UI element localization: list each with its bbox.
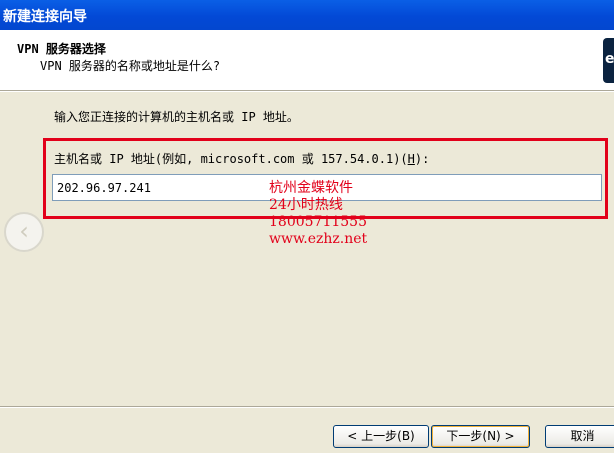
watermark-line-phone: 18005711555 bbox=[269, 214, 367, 230]
window-title: 新建连接向导 bbox=[3, 9, 87, 25]
next-button[interactable]: 下一步(N) > bbox=[431, 425, 530, 448]
watermark-line-hotline: 24小时热线 bbox=[269, 197, 343, 213]
header-title: VPN 服务器选择 bbox=[17, 42, 106, 56]
back-button[interactable]: < 上一步(B) bbox=[333, 425, 429, 448]
title-bar[interactable]: 新建连接向导 bbox=[0, 0, 614, 30]
chevron-left-icon[interactable]: ‹ bbox=[4, 212, 44, 252]
watermark-line-website: www.ezhz.net bbox=[269, 231, 368, 247]
footer-divider bbox=[0, 406, 614, 408]
instruction-text: 输入您正连接的计算机的主机名或 IP 地址。 bbox=[54, 110, 299, 124]
watermark-line-company: 杭州金蝶软件 bbox=[269, 180, 353, 196]
wizard-network-icon: e bbox=[603, 38, 614, 83]
header-divider bbox=[0, 90, 614, 92]
accelerator-key: H bbox=[407, 152, 415, 166]
wizard-header: VPN 服务器选择 VPN 服务器的名称或地址是什么? e bbox=[0, 30, 614, 91]
cancel-button[interactable]: 取消 bbox=[545, 425, 614, 448]
watermark-overlay: 杭州金蝶软件 24小时热线 18005711555 www.ezhz.net bbox=[269, 180, 367, 248]
header-subtitle: VPN 服务器的名称或地址是什么? bbox=[40, 59, 221, 73]
host-field-label: 主机名或 IP 地址(例如, microsoft.com 或 157.54.0.… bbox=[54, 152, 430, 166]
